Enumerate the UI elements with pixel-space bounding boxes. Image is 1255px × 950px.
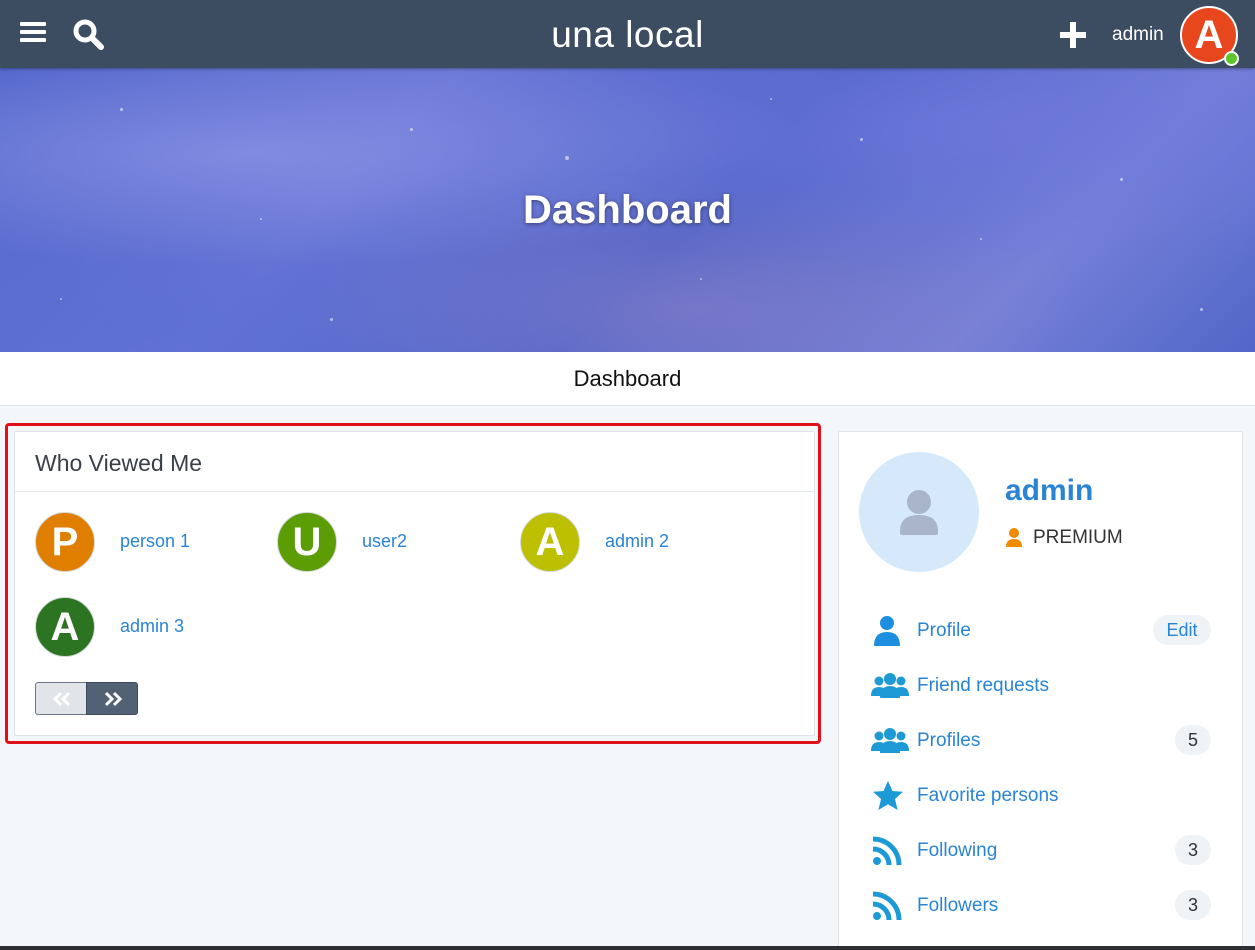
page-title-bar: Dashboard (0, 352, 1255, 406)
rss-icon (871, 890, 909, 922)
sidebar-item-profile[interactable]: Profile Edit (871, 611, 1211, 651)
viewer-name[interactable]: admin 2 (605, 531, 669, 552)
edit-profile-button[interactable]: Edit (1153, 615, 1211, 645)
viewer-name[interactable]: user2 (362, 531, 407, 552)
viewer-avatar-letter: A (535, 520, 565, 564)
sidebar-item-label[interactable]: Followers (917, 895, 998, 917)
sidebar-item-label[interactable]: Profile (917, 620, 971, 642)
viewer-item[interactable]: P person 1 (35, 512, 235, 572)
viewer-avatar-letter: U (292, 520, 322, 564)
profile-name[interactable]: admin (1005, 474, 1093, 508)
double-chevron-right-icon (104, 691, 123, 707)
user-icon (871, 615, 909, 647)
viewer-name[interactable]: person 1 (120, 531, 190, 552)
sidebar-item-followers[interactable]: Followers 3 (871, 886, 1211, 926)
sidebar-item-label[interactable]: Friend requests (917, 675, 1049, 697)
sidebar-item-favorite-persons[interactable]: Favorite persons (871, 776, 1211, 816)
plus-icon[interactable] (1060, 22, 1086, 48)
sidebar-item-profiles[interactable]: Profiles 5 (871, 721, 1211, 761)
pagination (35, 682, 138, 715)
count-badge: 5 (1175, 725, 1211, 755)
user-placeholder-icon (900, 490, 938, 535)
count-badge: 3 (1175, 835, 1211, 865)
membership-badge-icon (1005, 527, 1023, 554)
viewer-avatar[interactable]: U (277, 512, 337, 572)
viewer-avatar-letter: P (51, 520, 79, 564)
top-bar: una local admin A (0, 0, 1255, 68)
viewer-item[interactable]: U user2 (277, 512, 477, 572)
count-badge: 3 (1175, 890, 1211, 920)
double-chevron-left-icon (52, 691, 71, 707)
page-title: Dashboard (573, 366, 682, 391)
cover-banner: Dashboard (0, 68, 1255, 352)
bottom-edge (0, 946, 1255, 950)
who-viewed-me-card: Who Viewed Me P person 1 U user2 A admin… (14, 431, 815, 736)
viewer-avatar-letter: A (50, 605, 80, 649)
online-status-indicator (1224, 51, 1239, 66)
sidebar-item-label[interactable]: Profiles (917, 730, 980, 752)
membership-badge: PREMIUM (1033, 527, 1123, 548)
viewer-avatar[interactable]: P (35, 512, 95, 572)
viewer-avatar[interactable]: A (520, 512, 580, 572)
cover-title: Dashboard (523, 188, 732, 232)
star-icon (871, 780, 909, 812)
account-sidebar: admin PREMIUM Profile Edit Friend reques… (838, 431, 1243, 950)
rss-icon (871, 835, 909, 867)
sidebar-item-following[interactable]: Following 3 (871, 831, 1211, 871)
viewer-item[interactable]: A admin 2 (520, 512, 720, 572)
card-title: Who Viewed Me (15, 432, 814, 492)
sidebar-item-friend-requests[interactable]: Friend requests (871, 666, 1211, 706)
account-name[interactable]: admin (1112, 24, 1164, 46)
viewer-item[interactable]: A admin 3 (35, 597, 235, 657)
users-icon (871, 670, 909, 702)
users-icon (871, 725, 909, 757)
avatar-letter: A (1194, 13, 1224, 57)
sidebar-item-label[interactable]: Favorite persons (917, 785, 1059, 807)
next-page-button[interactable] (86, 682, 138, 715)
previous-page-button[interactable] (35, 682, 87, 715)
viewer-avatar[interactable]: A (35, 597, 95, 657)
sidebar-item-label[interactable]: Following (917, 840, 997, 862)
profile-avatar[interactable] (859, 452, 979, 572)
viewer-name[interactable]: admin 3 (120, 616, 184, 637)
